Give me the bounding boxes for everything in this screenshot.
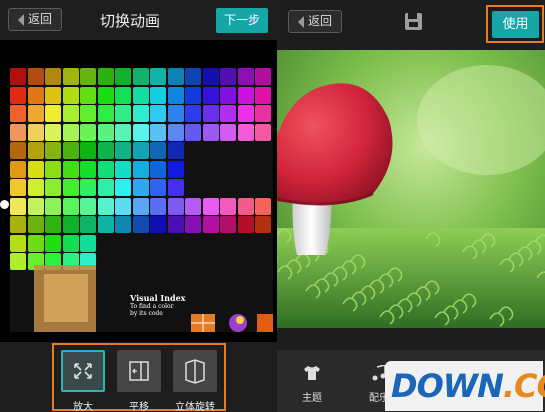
right-panel: 返回 使用 主题 配乐 [277, 0, 545, 412]
pan-tool-label: 平移 [129, 402, 149, 412]
back-arrow-icon [298, 15, 304, 28]
chart-caption: Visual Index To find a color by its code [130, 293, 185, 317]
site-watermark-logo: DOWN.CC [385, 361, 545, 411]
shirt-icon [304, 366, 320, 380]
rotate3d-tool-label: 立体旋转 [175, 402, 215, 412]
left-panel: 返回 切换动画 下一步 Visual Index To find a color… [0, 0, 277, 412]
animation-tools: 放大 平移 立体旋转 [52, 343, 226, 412]
chart-caption-sub: To find a color by its code [130, 303, 174, 317]
tab-theme[interactable]: 主题 [287, 365, 337, 404]
zoom-tool-label: 放大 [73, 402, 93, 412]
left-top-bar: 返回 切换动画 下一步 [0, 0, 277, 40]
page-title: 切换动画 [100, 12, 161, 30]
chart-caption-title: Visual Index [130, 293, 186, 303]
back-button-label: 返回 [28, 12, 53, 26]
back-button-label: 返回 [308, 14, 333, 28]
pan-tool-button[interactable] [117, 350, 161, 392]
save-icon[interactable] [405, 13, 422, 30]
use-button[interactable]: 使用 [492, 11, 539, 38]
back-button-right[interactable]: 返回 [288, 10, 343, 33]
zoom-expand-icon [74, 363, 92, 379]
preview-photo-mushroom [277, 50, 545, 328]
preview-stage: Visual Index To find a color by its code [0, 40, 277, 342]
back-arrow-icon [18, 13, 24, 26]
color-chart-image: Visual Index To find a color by its code [10, 68, 273, 332]
next-step-button[interactable]: 下一步 [216, 8, 268, 33]
watermark-main: DOWN [391, 367, 504, 405]
tab-theme-label: 主题 [302, 393, 322, 404]
mushroom-image [277, 50, 545, 328]
cube-rotate-icon [185, 359, 205, 384]
back-button[interactable]: 返回 [8, 8, 63, 31]
use-button-highlight: 使用 [486, 5, 544, 43]
slide-indicator-dot [0, 200, 9, 209]
watermark-dot: . [502, 367, 515, 405]
watermark-suffix: CC [514, 367, 545, 405]
pan-slide-icon [129, 361, 149, 381]
right-top-bar: 返回 使用 [277, 0, 545, 48]
rotate3d-tool-button[interactable] [173, 350, 217, 392]
zoom-tool-button[interactable] [61, 350, 105, 392]
